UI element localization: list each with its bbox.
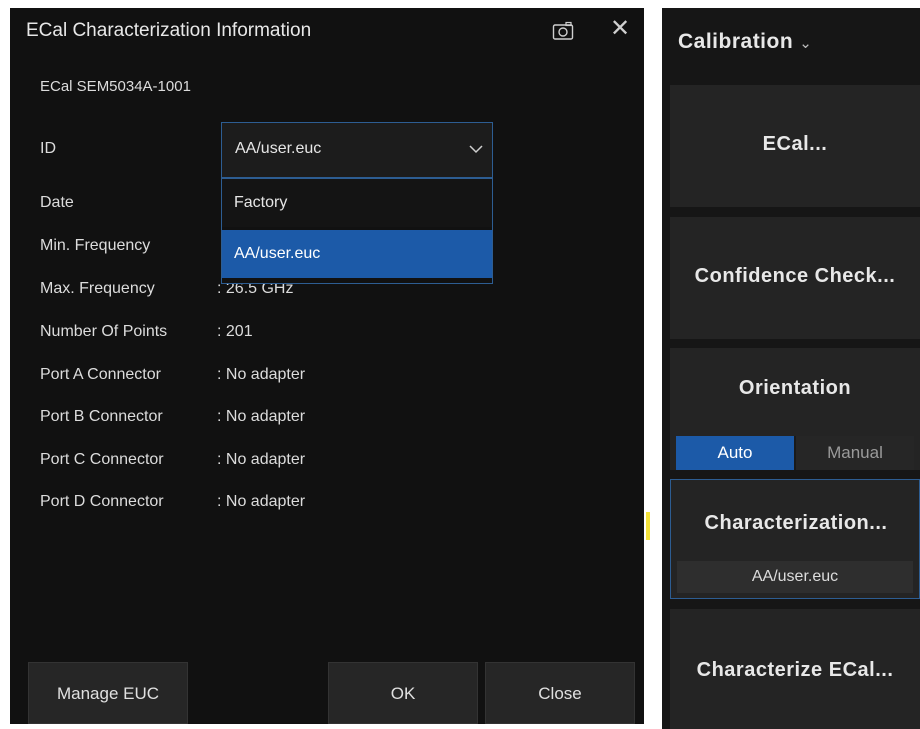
id-select-value: AA/user.euc: [235, 140, 322, 157]
confidence-check-label: Confidence Check...: [694, 265, 896, 287]
dropdown-option-label: AA/user.euc: [234, 245, 321, 262]
port-b-connector-value: : No adapter: [217, 408, 306, 425]
port-d-connector-label: Port D Connector: [40, 493, 164, 510]
orientation-manual-option[interactable]: Manual: [796, 436, 914, 470]
characterize-ecal-label: Characterize ECal...: [696, 659, 894, 681]
characterization-button[interactable]: Characterization... AA/user.euc: [670, 479, 920, 599]
port-a-connector-value: : No adapter: [217, 366, 306, 383]
id-label: ID: [40, 140, 56, 157]
id-dropdown-list: Factory AA/user.euc: [221, 178, 493, 284]
dropdown-option-label: Factory: [234, 194, 288, 211]
calibration-title-text: Calibration: [678, 30, 794, 53]
id-select[interactable]: AA/user.euc: [221, 122, 493, 178]
trace-marker: [646, 512, 650, 540]
orientation-auto-option[interactable]: Auto: [676, 436, 794, 470]
characterization-label: Characterization...: [704, 512, 888, 534]
number-of-points-label: Number Of Points: [40, 323, 168, 340]
max-frequency-label: Max. Frequency: [40, 280, 155, 297]
ecal-button[interactable]: ECal...: [670, 85, 920, 207]
number-of-points-value: : 201: [217, 323, 253, 340]
ecal-button-label: ECal...: [762, 133, 828, 155]
port-b-connector-label: Port B Connector: [40, 408, 163, 425]
port-c-connector-value: : No adapter: [217, 451, 306, 468]
port-c-connector-label: Port C Connector: [40, 451, 164, 468]
characterization-value: AA/user.euc: [677, 561, 913, 593]
confidence-check-button[interactable]: Confidence Check...: [670, 217, 920, 339]
orientation-label: Orientation: [738, 377, 852, 399]
ok-button[interactable]: OK: [328, 662, 478, 724]
characterize-ecal-button[interactable]: Characterize ECal...: [670, 609, 920, 729]
port-d-connector-value: : No adapter: [217, 493, 306, 510]
chevron-down-icon: ⌄: [799, 35, 813, 52]
chevron-down-icon: [469, 145, 483, 154]
manage-euc-button[interactable]: Manage EUC: [28, 662, 188, 724]
dropdown-option-user-euc[interactable]: AA/user.euc: [222, 230, 492, 278]
ecal-characterization-dialog: ECal Characterization Information ✕ ECal…: [10, 8, 644, 724]
calibration-panel: Calibration ⌄ ECal... Confidence Check...…: [662, 8, 920, 729]
port-a-connector-label: Port A Connector: [40, 366, 161, 383]
calibration-menu-title[interactable]: Calibration ⌄: [678, 30, 812, 54]
ecal-model-label: ECal SEM5034A-1001: [40, 78, 191, 95]
orientation-group: Orientation Auto Manual: [670, 348, 920, 470]
dialog-title: ECal Characterization Information: [26, 20, 312, 41]
close-icon[interactable]: ✕: [607, 16, 633, 42]
orientation-toggle: Auto Manual: [676, 436, 914, 470]
camera-icon[interactable]: [552, 21, 574, 41]
min-frequency-label: Min. Frequency: [40, 237, 151, 254]
dropdown-option-factory[interactable]: Factory: [222, 179, 492, 227]
close-button[interactable]: Close: [485, 662, 635, 724]
date-label: Date: [40, 194, 74, 211]
